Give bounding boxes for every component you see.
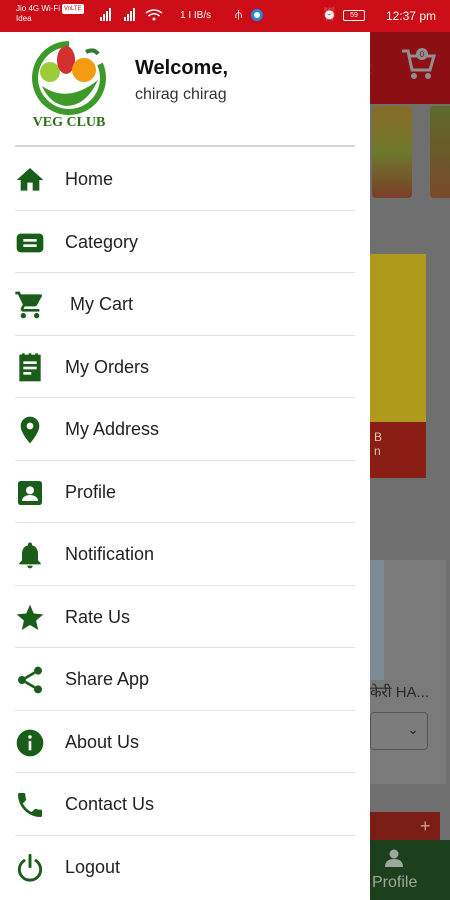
plus-icon[interactable]: +: [420, 816, 431, 837]
menu-item-label: About Us: [65, 731, 140, 752]
carrier-name-2: Idea: [16, 14, 32, 24]
veg-club-logo: VEG CLUB: [32, 41, 107, 130]
carrier-name: Jio 4G Wi-Fi: [16, 4, 60, 14]
search-arrow-icon: ‹: [370, 58, 373, 81]
user-name: chirag chirag: [135, 86, 227, 103]
status-bar: Jio 4G Wi-Fi VoLTE Idea 1 I IB/s ⫛ ⏰ 59 1…: [0, 0, 450, 32]
header-divider: [15, 145, 355, 147]
menu-item-label: My Address: [65, 419, 160, 439]
category-thumbnail[interactable]: [372, 106, 412, 198]
star-icon: [14, 602, 46, 634]
menu-item-my-orders[interactable]: My Orders: [0, 336, 370, 398]
power-icon: [14, 852, 46, 884]
promo-banner[interactable]: [370, 254, 426, 422]
logo-text: VEG CLUB: [33, 115, 106, 130]
menu-item-label: Share App: [65, 669, 150, 689]
menu-item-home[interactable]: Home: [0, 148, 370, 211]
clock: 12:37 pm: [385, 9, 436, 23]
profile-nav-label[interactable]: Profile: [372, 874, 417, 892]
category-thumbnail[interactable]: [430, 106, 450, 198]
menu-item-category[interactable]: Category: [0, 211, 370, 273]
menu-item-label: Contact Us: [65, 794, 155, 814]
app-notification-icon: [251, 9, 263, 21]
orders-icon: [14, 352, 46, 384]
menu-item-about-us[interactable]: About Us: [0, 711, 370, 773]
background-cart-icon[interactable]: 0: [400, 46, 436, 82]
product-name: केरी HA...: [370, 684, 430, 701]
network-speed: 1 I IB/s: [180, 10, 212, 21]
carrier-info: Jio 4G Wi-Fi VoLTE Idea: [16, 4, 84, 24]
signal-strength-icon: [100, 8, 163, 21]
home-icon: [14, 164, 46, 196]
menu-item-rate-us[interactable]: Rate Us: [0, 586, 370, 648]
navigation-drawer: VEG CLUB Welcome, chirag chirag Home Cat…: [0, 32, 370, 900]
menu-item-label: Profile: [65, 481, 117, 502]
menu-item-label: Notification: [65, 544, 155, 564]
alarm-icon: ⏰: [322, 7, 337, 21]
menu-item-label: Rate Us: [65, 606, 131, 627]
welcome-heading: Welcome,: [135, 57, 228, 79]
quantity-select[interactable]: ⌄: [370, 712, 428, 750]
phone-icon: [14, 789, 46, 821]
menu-item-profile[interactable]: Profile: [0, 461, 370, 523]
drawer-menu: Home Category My Cart My Orders My Addre…: [0, 148, 370, 898]
menu-item-logout[interactable]: Logout: [0, 836, 370, 899]
profile-nav-icon[interactable]: [384, 848, 404, 868]
product-image: [370, 560, 384, 680]
background-app[interactable]: ‹ 0 B n केरी HA... ⌄ + Profile: [370, 32, 450, 900]
menu-item-label: Category: [65, 231, 139, 252]
cart-icon: [14, 289, 46, 321]
battery-level: 59: [350, 12, 358, 19]
chevron-down-icon: ⌄: [407, 721, 419, 737]
category-icon: [14, 227, 46, 259]
profile-card-icon: [14, 477, 46, 509]
promo-banner-footer: B n: [370, 422, 426, 478]
usb-icon: ⫛: [235, 7, 243, 21]
menu-item-label: My Orders: [65, 356, 150, 377]
menu-item-my-cart[interactable]: My Cart: [0, 273, 370, 336]
info-icon: [14, 727, 46, 759]
menu-item-notification[interactable]: Notification: [0, 523, 370, 586]
bell-icon: [14, 539, 46, 571]
product-card[interactable]: [370, 560, 446, 784]
cart-count: 0: [420, 50, 425, 59]
menu-item-label: Home: [65, 169, 114, 189]
menu-item-my-address[interactable]: My Address: [0, 398, 370, 461]
signal-icons: [100, 8, 170, 25]
menu-item-label: Logout: [65, 856, 121, 877]
volte-badge: VoLTE: [62, 4, 84, 14]
menu-item-label: My Cart: [70, 294, 133, 314]
location-pin-icon: [14, 414, 46, 446]
battery-icon: 59: [343, 10, 365, 21]
menu-item-contact-us[interactable]: Contact Us: [0, 773, 370, 836]
menu-item-share-app[interactable]: Share App: [0, 648, 370, 711]
share-icon: [14, 664, 46, 696]
